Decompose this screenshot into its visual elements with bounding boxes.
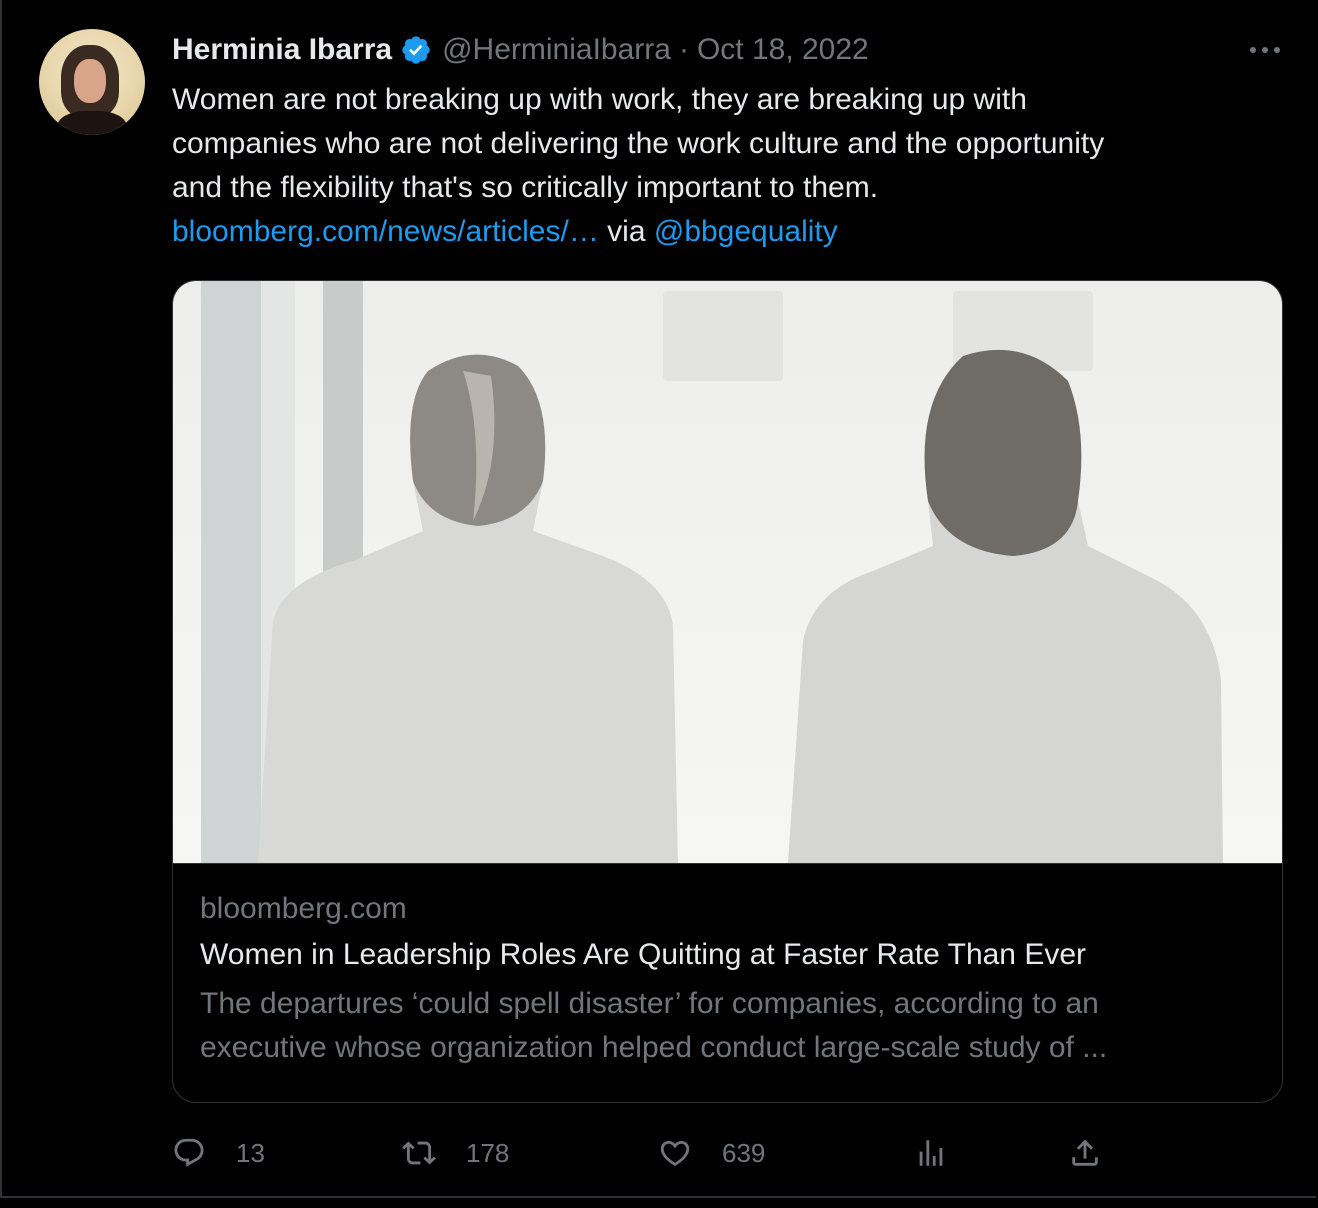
tweet-text-line: Women are not breaking up with work, the… — [172, 83, 1027, 116]
tweet[interactable]: Herminia Ibarra @HerminiaIbarra · Oct 18… — [0, 0, 1318, 1208]
more-icon[interactable] — [1245, 36, 1285, 64]
tweet-text: Women are not breaking up with work, the… — [172, 78, 1282, 254]
verified-icon[interactable] — [400, 34, 432, 66]
avatar-face — [74, 59, 106, 103]
avatar[interactable] — [39, 29, 145, 135]
card-description: The departures ‘could spell disaster’ fo… — [200, 982, 1260, 1070]
reply-icon — [174, 1138, 204, 1167]
card-meta: bloomberg.com Women in Leadership Roles … — [173, 863, 1282, 1102]
views-button[interactable] — [914, 1130, 948, 1176]
views-icon — [919, 1140, 943, 1166]
like-count: 639 — [722, 1137, 766, 1168]
article-link[interactable]: bloomberg.com/news/articles/… — [172, 215, 599, 248]
link-card[interactable]: bloomberg.com Women in Leadership Roles … — [172, 280, 1283, 1103]
card-image[interactable] — [173, 281, 1282, 863]
share-button[interactable] — [1068, 1130, 1102, 1176]
via-text: via — [598, 215, 654, 248]
card-domain: bloomberg.com — [200, 892, 407, 925]
mention-link[interactable]: @bbgequality — [654, 215, 838, 248]
tweet-header: Herminia Ibarra @HerminiaIbarra · Oct 18… — [172, 30, 869, 70]
reply-button[interactable]: 13 — [172, 1130, 265, 1176]
separator-dot: · — [678, 33, 689, 66]
retweet-icon — [402, 1141, 436, 1165]
action-bar: 13 178 639 — [172, 1130, 1292, 1176]
avatar-body — [57, 111, 127, 135]
tweet-date[interactable]: Oct 18, 2022 — [697, 33, 869, 67]
retweet-button[interactable]: 178 — [402, 1130, 509, 1176]
like-icon — [660, 1140, 690, 1166]
handle[interactable]: @HerminiaIbarra — [442, 33, 671, 67]
like-button[interactable]: 639 — [658, 1130, 765, 1176]
card-title: Women in Leadership Roles Are Quitting a… — [200, 938, 1087, 971]
display-name[interactable]: Herminia Ibarra — [172, 33, 392, 67]
tweet-text-line: and the flexibility that's so critically… — [172, 171, 879, 204]
card-description-line: The departures ‘could spell disaster’ fo… — [200, 987, 1099, 1020]
retweet-count: 178 — [466, 1137, 510, 1168]
tweet-text-line: companies who are not delivering the wor… — [172, 127, 1105, 160]
tweet-link-line: bloomberg.com/news/articles/… via @bbgeq… — [172, 210, 1282, 254]
share-icon — [1072, 1139, 1098, 1166]
person-right — [788, 349, 1223, 863]
card-description-line: executive whose organization helped cond… — [200, 1031, 1108, 1064]
reply-count: 13 — [236, 1137, 265, 1168]
